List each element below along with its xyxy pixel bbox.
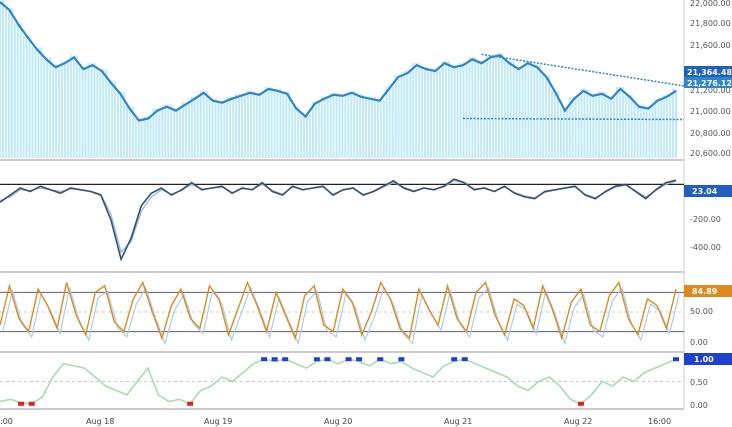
- indicator-high-marker: [261, 357, 268, 362]
- macd-axis: -200.00 -400.00 23.04: [684, 185, 732, 252]
- indicator-high-marker: [324, 357, 331, 362]
- price-badge-1-text: 21,364.48: [687, 68, 732, 77]
- indicator-high-marker: [282, 357, 289, 362]
- macd-badge-text: 23.04: [692, 187, 718, 196]
- stoch-tick-label: 0.00: [690, 338, 708, 347]
- indicator-badge-text: 1.00: [694, 355, 714, 364]
- macd-main-line: [0, 178, 677, 262]
- indicator-panel: [0, 357, 684, 406]
- resistance-trendline: [481, 53, 685, 87]
- time-label: Aug 18: [86, 417, 114, 426]
- stoch-tick-label: 50.00: [690, 307, 713, 316]
- support-line: [463, 117, 685, 121]
- time-label: Aug 21: [444, 417, 472, 426]
- indicator-high-marker: [398, 357, 405, 362]
- indicator-high-marker: [451, 357, 458, 362]
- price-tick-label: 21,600.00: [690, 41, 731, 50]
- price-tick-label: 21,000.00: [690, 107, 731, 116]
- indicator-low-marker: [18, 401, 25, 406]
- time-label: Aug 22: [564, 417, 592, 426]
- macd-tick-label: -200.00: [690, 215, 721, 224]
- price-tick-label: 21,800.00: [690, 19, 731, 28]
- price-tick-label: 20,800.00: [690, 129, 731, 138]
- stochastic-panel: [0, 280, 684, 346]
- macd-panel: [0, 178, 684, 262]
- time-label: :00: [0, 417, 13, 426]
- price-tick-label: 22,000.00: [690, 0, 731, 8]
- indicator-tick-label: 0.00: [690, 401, 708, 410]
- indicator-high-marker: [271, 357, 278, 362]
- time-label: Aug 19: [204, 417, 232, 426]
- indicator-high-marker: [313, 357, 320, 362]
- chart-canvas: 22,000.00 21,800.00 21,600.00 21,200.00 …: [0, 0, 732, 426]
- panel-separators: [0, 0, 685, 410]
- macd-tick-label: -400.00: [690, 243, 721, 252]
- indicator-axis: 1.00 0.50 0.00: [684, 353, 732, 410]
- time-axis: :00 Aug 18 Aug 19 Aug 20 Aug 21 Aug 22 1…: [0, 417, 671, 426]
- indicator-high-marker: [377, 357, 384, 362]
- price-badge-1: 21,364.48: [684, 66, 732, 77]
- macd-signal-line: [0, 180, 677, 254]
- indicator-high-marker: [345, 357, 352, 362]
- indicator-high-marker: [673, 357, 679, 362]
- indicator-low-marker: [187, 401, 194, 406]
- time-label: 16:00: [648, 417, 671, 426]
- price-line: [0, 1, 677, 122]
- price-panel: [0, 0, 685, 158]
- indicator-high-marker: [356, 357, 363, 362]
- stoch-badge-text: 84.89: [692, 287, 718, 296]
- indicator-high-marker: [461, 357, 468, 362]
- price-tick-label: 20,600.00: [690, 149, 731, 158]
- stochastic-axis: 50.00 0.00 84.89: [684, 285, 732, 347]
- price-badge-2: 21,276.12: [684, 77, 732, 88]
- indicator-low-marker: [28, 401, 35, 406]
- time-label: Aug 20: [324, 417, 352, 426]
- indicator-tick-label: 0.50: [690, 378, 708, 387]
- price-badge-2-text: 21,276.12: [687, 79, 732, 88]
- indicator-low-marker: [577, 401, 584, 406]
